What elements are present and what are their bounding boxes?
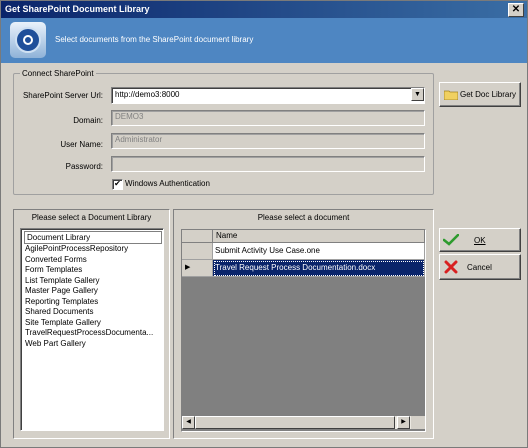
header-banner: Select documents from the SharePoint doc…	[1, 18, 527, 63]
checkmark-icon	[443, 234, 459, 246]
cancel-label: Cancel	[467, 263, 492, 272]
get-doc-library-label: Get Doc Library	[460, 90, 517, 99]
list-item[interactable]: Reporting Templates	[25, 297, 98, 306]
list-item[interactable]: Form Templates	[25, 265, 82, 274]
document-library-panel: Please select a Document Library Documen…	[13, 209, 170, 439]
get-doc-library-button[interactable]: Get Doc Library	[439, 82, 521, 107]
document-library-list[interactable]: Document Library AgilePointProcessReposi…	[20, 228, 164, 431]
username-field[interactable]: Administrator	[111, 133, 425, 149]
window-title: Get SharePoint Document Library	[5, 4, 150, 14]
grid-corner-header	[182, 230, 213, 243]
table-row-selected[interactable]: Travel Request Process Documentation.doc…	[213, 260, 425, 277]
folder-icon	[444, 90, 458, 100]
row-pointer-icon[interactable]: ▶	[182, 260, 213, 277]
scroll-right-icon[interactable]: ▶	[397, 416, 410, 429]
document-grid[interactable]: Name Submit Activity Use Case.one ▶ Trav…	[181, 229, 426, 432]
list-item[interactable]: TravelRequestProcessDocumenta...	[25, 328, 153, 337]
domain-value: DEMO3	[115, 112, 144, 121]
name-column-header[interactable]: Name	[213, 230, 425, 243]
list-item[interactable]: Site Template Gallery	[25, 318, 101, 327]
cancel-button[interactable]: Cancel	[439, 254, 521, 280]
ok-button[interactable]: OK	[439, 228, 521, 252]
library-panel-heading: Please select a Document Library	[31, 213, 152, 222]
chevron-down-icon[interactable]: ▼	[411, 88, 424, 101]
connect-sharepoint-legend: Connect SharePoint	[22, 69, 94, 78]
scroll-thumb[interactable]	[195, 416, 395, 429]
list-item[interactable]: Web Part Gallery	[25, 339, 86, 348]
list-item[interactable]: List Template Gallery	[25, 276, 100, 285]
server-url-combobox[interactable]: http://demo3:8000 ▼	[111, 87, 425, 104]
username-label: User Name:	[60, 140, 103, 149]
library-list-header: Document Library	[24, 231, 162, 244]
title-bar: Get SharePoint Document Library ✕	[1, 1, 527, 18]
dialog-window: Get SharePoint Document Library ✕ Select…	[0, 0, 528, 448]
list-item[interactable]: Converted Forms	[25, 255, 87, 264]
row-header[interactable]	[182, 243, 213, 260]
close-button[interactable]: ✕	[508, 3, 524, 17]
username-value: Administrator	[115, 135, 163, 144]
ok-label: OK	[474, 236, 486, 245]
password-label: Password:	[65, 162, 103, 171]
password-field[interactable]	[111, 156, 425, 172]
server-url-value: http://demo3:8000	[115, 90, 180, 99]
windows-auth-checkbox[interactable]: ✔	[112, 179, 123, 190]
banner-text: Select documents from the SharePoint doc…	[55, 35, 254, 44]
sharepoint-logo-icon	[10, 22, 46, 58]
close-icon	[444, 260, 458, 274]
horizontal-scrollbar[interactable]: ◀ ▶	[182, 416, 425, 429]
scroll-corner	[411, 416, 425, 429]
document-panel: Please select a document Name Submit Act…	[173, 209, 434, 439]
server-url-label: SharePoint Server Url:	[22, 91, 103, 100]
list-item[interactable]: Shared Documents	[25, 307, 93, 316]
scroll-left-icon[interactable]: ◀	[182, 416, 195, 429]
list-item[interactable]: AgilePointProcessRepository	[25, 244, 128, 253]
table-row[interactable]: Submit Activity Use Case.one	[213, 243, 425, 260]
domain-field[interactable]: DEMO3	[111, 110, 425, 126]
windows-auth-label: Windows Authentication	[125, 179, 210, 188]
document-panel-heading: Please select a document	[257, 213, 350, 222]
domain-label: Domain:	[73, 116, 103, 125]
list-item[interactable]: Master Page Gallery	[25, 286, 98, 295]
